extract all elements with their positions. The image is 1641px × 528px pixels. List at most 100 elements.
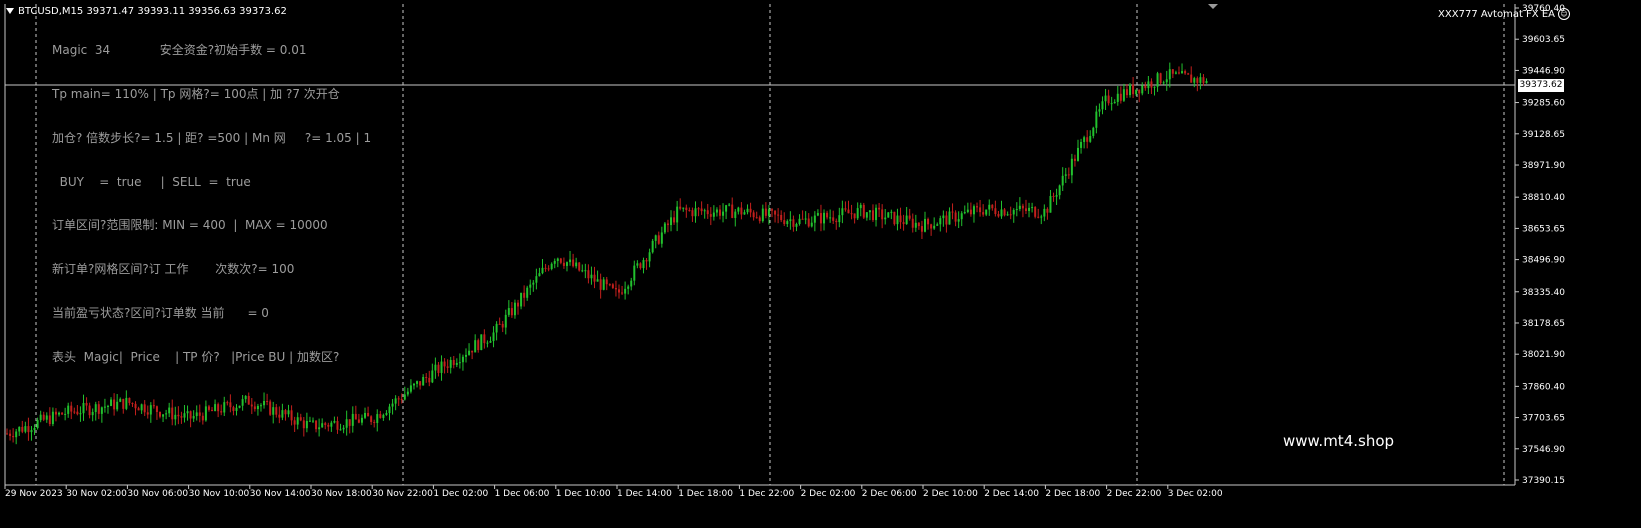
bull-candle [492, 332, 495, 342]
bull-candle [495, 323, 498, 333]
bear-candle [862, 204, 865, 218]
overlay-line: 新订单?网格区间?订 工作 次数次?= 100 [52, 262, 295, 277]
bull-candle [526, 287, 529, 298]
bull-candle [149, 405, 152, 415]
bear-candle [278, 414, 281, 418]
bear-candle [284, 410, 287, 415]
bull-candle [422, 377, 425, 386]
bull-candle [859, 204, 862, 209]
time-tick-label: 2 Dec 10:00 [923, 489, 978, 499]
smiley-icon: ☺ [1558, 8, 1570, 20]
bear-candle [1190, 74, 1193, 83]
bull-candle [461, 356, 464, 363]
time-tick-label: 30 Nov 18:00 [311, 489, 372, 499]
bear-candle [275, 407, 278, 415]
dropdown-triangle-icon[interactable] [6, 8, 14, 14]
bear-candle [437, 364, 440, 373]
bull-candle [51, 411, 54, 425]
bear-candle [1138, 89, 1141, 94]
bear-candle [945, 215, 948, 225]
bear-candle [315, 420, 318, 430]
bull-candle [676, 206, 679, 223]
bull-candle [569, 259, 572, 263]
bear-candle [587, 270, 590, 279]
bull-candle [838, 215, 841, 223]
bear-candle [290, 410, 293, 421]
bear-candle [85, 402, 88, 406]
price-tick-label: 38178.65 [1522, 319, 1565, 329]
bull-candle [1116, 93, 1119, 102]
bear-candle [951, 211, 954, 213]
bear-candle [523, 292, 526, 298]
bear-candle [357, 419, 360, 423]
bull-candle [287, 410, 290, 415]
bear-candle [73, 411, 76, 413]
bull-candle [330, 422, 333, 427]
bear-candle [477, 340, 480, 351]
bull-candle [914, 222, 917, 228]
bull-candle [256, 405, 259, 410]
bear-candle [373, 421, 376, 423]
bear-candle [211, 409, 214, 412]
bull-candle [174, 414, 177, 420]
bull-candle [165, 413, 168, 415]
bear-candle [1086, 137, 1089, 142]
bear-candle [397, 398, 400, 400]
bull-candle [24, 426, 27, 432]
bull-candle [82, 402, 85, 414]
bear-candle [832, 217, 835, 221]
bull-candle [1113, 101, 1116, 104]
bear-candle [1034, 207, 1037, 217]
bear-candle [128, 397, 131, 403]
bear-candle [758, 217, 761, 222]
bear-candle [1132, 84, 1135, 95]
time-tick-label: 2 Dec 06:00 [862, 489, 917, 499]
bear-candle [327, 424, 330, 427]
bull-candle [504, 314, 507, 328]
bull-candle [816, 213, 819, 216]
bear-candle [189, 411, 192, 419]
bear-candle [1171, 69, 1174, 74]
bear-candle [220, 411, 223, 413]
bull-candle [630, 280, 633, 287]
bull-candle [715, 209, 718, 213]
bull-candle [385, 413, 388, 415]
ea-status[interactable]: XXX777 Avtomat FX EA ☺ [1438, 8, 1570, 20]
bull-candle [624, 288, 627, 294]
bull-candle [520, 292, 523, 307]
bear-candle [253, 406, 256, 410]
bear-candle [639, 263, 642, 269]
bull-candle [896, 215, 899, 225]
bull-candle [694, 208, 697, 217]
bull-candle [1153, 86, 1156, 88]
price-tick-label: 37390.15 [1522, 476, 1565, 486]
bull-candle [106, 405, 109, 407]
bear-candle [113, 399, 116, 410]
bull-candle [1122, 89, 1125, 101]
bull-candle [1077, 147, 1079, 161]
bull-candle [957, 219, 960, 222]
overlay-line: 订单区间?范围限制: MIN = 400 | MAX = 10000 [52, 218, 328, 233]
bear-candle [97, 404, 100, 414]
price-tick-label: 39446.90 [1522, 66, 1565, 76]
bear-candle [801, 218, 804, 220]
bear-candle [159, 412, 161, 417]
bull-candle [416, 381, 419, 384]
bear-candle [70, 405, 73, 412]
chart-shift-marker-icon[interactable] [1208, 4, 1218, 9]
bear-candle [706, 210, 709, 215]
time-tick-label: 2 Dec 22:00 [1107, 489, 1162, 499]
bear-candle [777, 214, 780, 216]
bear-candle [324, 423, 327, 425]
bull-candle [654, 235, 657, 241]
bear-candle [443, 361, 446, 367]
bull-candle [841, 208, 844, 216]
bear-candle [232, 407, 235, 411]
bull-candle [455, 362, 458, 365]
bull-candle [1110, 103, 1113, 105]
bear-candle [899, 215, 902, 223]
bull-candle [988, 204, 991, 210]
bear-candle [1144, 85, 1147, 89]
bull-candle [1147, 81, 1150, 89]
bull-candle [259, 405, 262, 407]
